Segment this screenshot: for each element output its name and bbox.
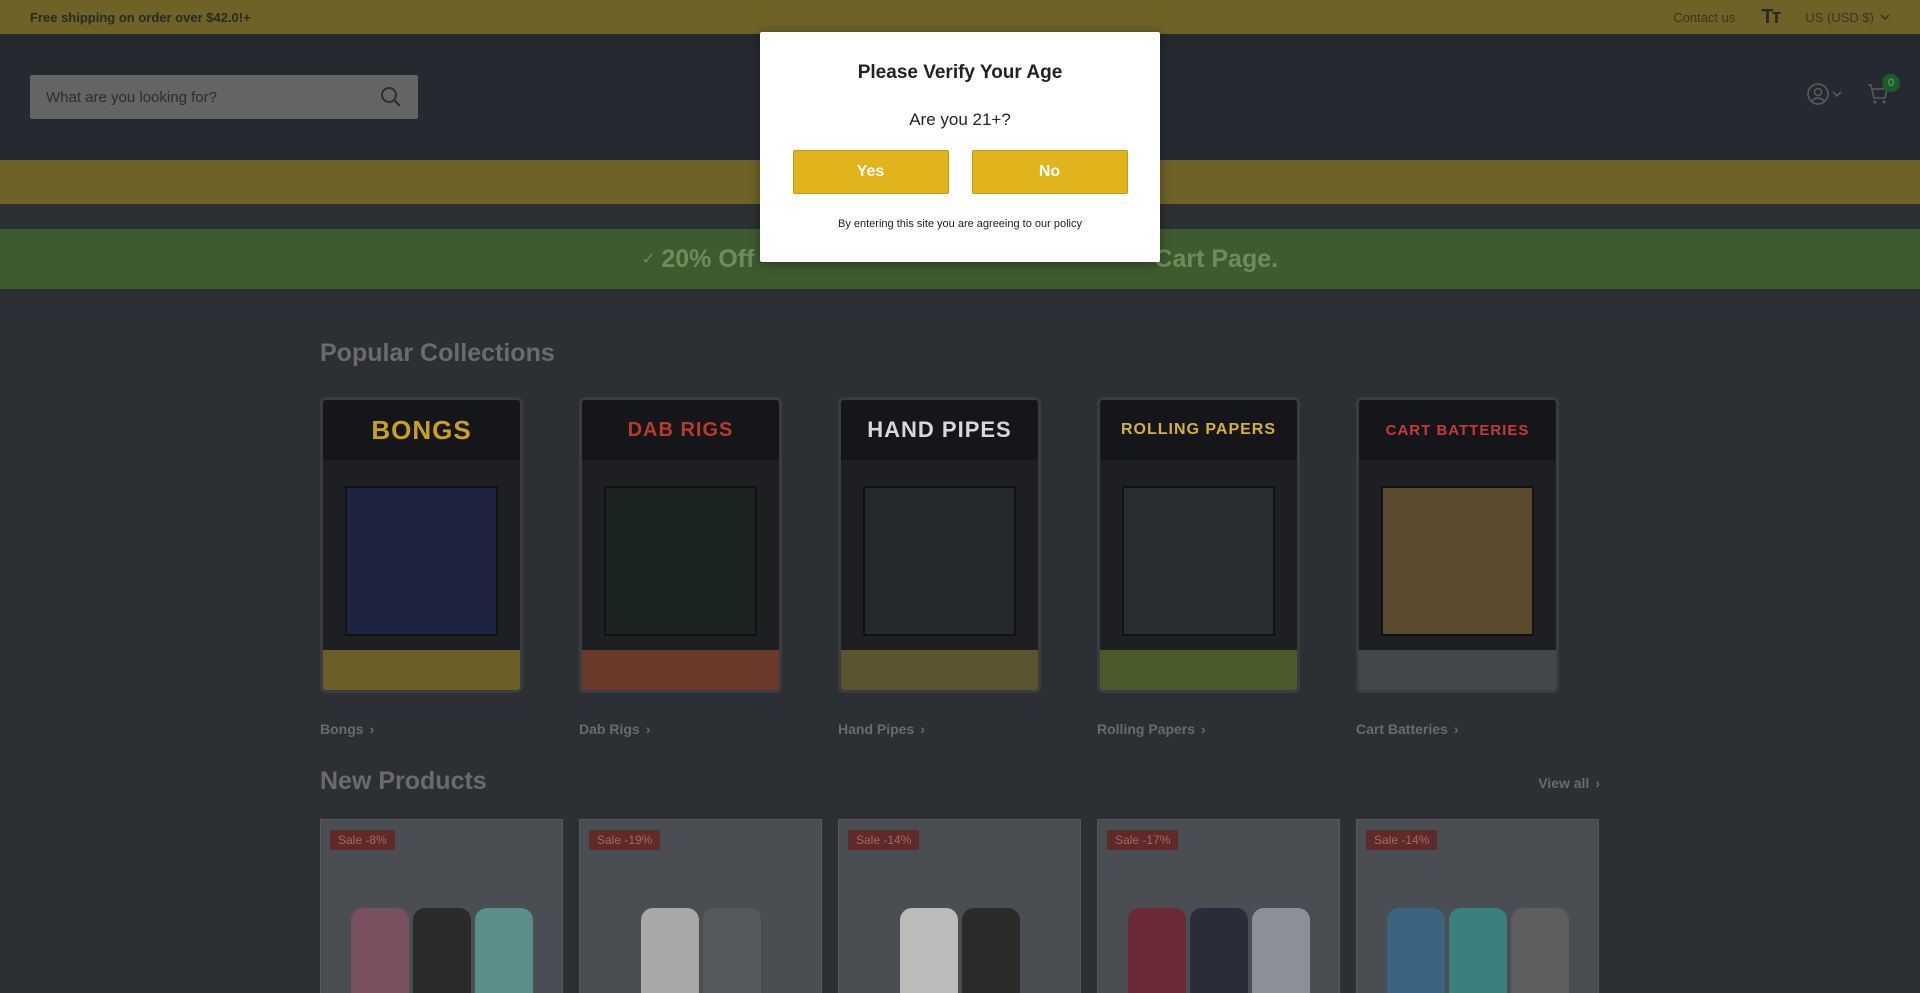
- product-card[interactable]: Sale -14%: [838, 819, 1081, 993]
- chevron-right-icon: ›: [1595, 775, 1600, 791]
- collection-link[interactable]: Cart Batteries ›: [1356, 721, 1559, 737]
- cabinet-screen: [1381, 486, 1534, 636]
- product-image: [1386, 908, 1569, 993]
- currency-label: US (USD $): [1805, 9, 1874, 25]
- account-menu[interactable]: [1806, 82, 1842, 106]
- collection-label: Dab Rigs: [579, 721, 640, 737]
- banner-text-left: 20% Off: [661, 244, 755, 273]
- collection-link[interactable]: Hand Pipes ›: [838, 721, 1041, 737]
- check-icon: ✓: [641, 251, 656, 268]
- search-bar: [30, 75, 418, 119]
- policy-text: By entering this site you are agreeing t…: [838, 218, 1082, 230]
- chevron-right-icon: ›: [1201, 721, 1206, 737]
- view-all-link[interactable]: View all ›: [1538, 775, 1600, 791]
- cabinet-panel: [323, 650, 520, 690]
- age-question: Are you 21+?: [909, 110, 1011, 129]
- cabinet-marquee: HAND PIPES: [841, 400, 1038, 460]
- collection-image: CART BATTERIES: [1356, 397, 1559, 693]
- collection-image: BONGS: [320, 397, 523, 693]
- cabinet-marquee: ROLLING PAPERS: [1100, 400, 1297, 460]
- sale-badge: Sale -19%: [589, 830, 661, 850]
- collection-label: Cart Batteries: [1356, 721, 1448, 737]
- user-icon: [1807, 83, 1829, 105]
- product-card[interactable]: Sale -19%: [579, 819, 822, 993]
- chevron-right-icon: ›: [369, 721, 375, 737]
- cabinet-marquee: CART BATTERIES: [1359, 400, 1556, 460]
- product-card[interactable]: Sale -14%: [1356, 819, 1599, 993]
- cabinet-screen: [1122, 486, 1275, 636]
- cabinet-panel: [841, 650, 1038, 690]
- product-image: [350, 908, 533, 993]
- text-size-icon[interactable]: Tт: [1761, 6, 1781, 29]
- sale-badge: Sale -14%: [1366, 830, 1438, 850]
- product-card[interactable]: Sale -8%: [320, 819, 563, 993]
- sale-badge: Sale -17%: [1107, 830, 1179, 850]
- cabinet-screen: [604, 486, 757, 636]
- popular-collections-title: Popular Collections: [320, 339, 555, 367]
- chevron-right-icon: ›: [1453, 721, 1459, 737]
- collection-card[interactable]: CART BATTERIES Cart Batteries ›: [1356, 397, 1559, 737]
- cabinet-panel: [1359, 650, 1556, 690]
- collection-image: ROLLING PAPERS: [1097, 397, 1300, 693]
- search-input[interactable]: [46, 88, 380, 106]
- chevron-down-icon: [1880, 14, 1890, 21]
- cabinet-marquee: DAB RIGS: [582, 400, 779, 460]
- chevron-right-icon: ›: [920, 721, 925, 737]
- chevron-down-icon: [1832, 91, 1842, 98]
- topbar-links: Contact us Tт US (USD $): [1673, 6, 1890, 29]
- currency-selector[interactable]: US (USD $): [1805, 10, 1890, 25]
- chevron-right-icon: ›: [645, 721, 651, 737]
- cart-count-badge: 0: [1882, 74, 1900, 92]
- collection-image: DAB RIGS: [579, 397, 782, 693]
- product-image: [899, 908, 1020, 993]
- view-all-label: View all: [1538, 775, 1590, 791]
- sale-badge: Sale -14%: [848, 830, 920, 850]
- collection-link[interactable]: Rolling Papers ›: [1097, 721, 1300, 737]
- collection-card[interactable]: ROLLING PAPERS Rolling Papers ›: [1097, 397, 1300, 737]
- contact-us-link[interactable]: Contact us: [1673, 10, 1735, 25]
- collection-card[interactable]: BONGS Bongs ›: [320, 397, 523, 737]
- collection-label: Bongs: [320, 721, 364, 737]
- announcement-bar: Free shipping on order over $42.0!+ Cont…: [0, 0, 1920, 34]
- free-shipping-promo: Free shipping on order over $42.0!+: [30, 9, 251, 25]
- cart-button[interactable]: 0: [1866, 74, 1900, 111]
- age-verification-modal: Please Verify Your Age Are you 21+? Yes …: [760, 32, 1160, 262]
- modal-buttons: Yes No: [760, 150, 1160, 194]
- product-image: [640, 908, 761, 993]
- cabinet-marquee: BONGS: [323, 400, 520, 460]
- collections-grid: BONGS Bongs › DAB RIGS Dab Rigs › HAND PIP…: [320, 397, 1559, 737]
- collection-link[interactable]: Bongs ›: [320, 721, 523, 737]
- yes-button[interactable]: Yes: [792, 150, 949, 194]
- collection-image: HAND PIPES: [838, 397, 1041, 693]
- product-card[interactable]: Sale -17%: [1097, 819, 1340, 993]
- products-grid: Sale -8% Sale -19% Sale -14% Sale -17% S…: [320, 819, 1599, 993]
- collection-card[interactable]: HAND PIPES Hand Pipes ›: [838, 397, 1041, 737]
- sale-badge: Sale -8%: [330, 830, 395, 850]
- cabinet-panel: [582, 650, 779, 690]
- cabinet-screen: [345, 486, 498, 636]
- search-icon[interactable]: [380, 86, 402, 108]
- no-button[interactable]: No: [971, 150, 1128, 194]
- banner-text-right: Cart Page.: [1154, 244, 1279, 273]
- collection-label: Rolling Papers: [1097, 721, 1196, 737]
- cabinet-screen: [863, 486, 1016, 636]
- new-products-title: New Products: [320, 767, 487, 795]
- collection-label: Hand Pipes: [838, 721, 915, 737]
- product-image: [1127, 908, 1310, 993]
- collection-card[interactable]: DAB RIGS Dab Rigs ›: [579, 397, 782, 737]
- modal-title: Please Verify Your Age: [857, 62, 1063, 83]
- cabinet-panel: [1100, 650, 1297, 690]
- collection-link[interactable]: Dab Rigs ›: [579, 721, 782, 737]
